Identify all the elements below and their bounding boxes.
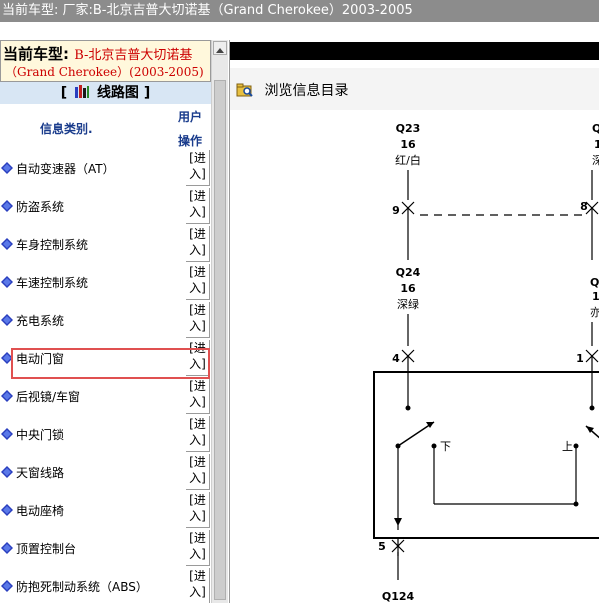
diamond-bullet-icon <box>1 390 13 402</box>
enter-link[interactable]: [进入] <box>186 150 210 186</box>
diamond-bullet-icon <box>1 238 13 250</box>
triangle-up-icon <box>216 48 224 53</box>
title-spacer <box>0 22 599 40</box>
section-bracket-open: [ <box>60 85 68 101</box>
enter-link[interactable]: [进入] <box>186 378 210 414</box>
diamond-bullet-icon <box>1 162 13 174</box>
category-label[interactable]: 顶置控制台 <box>16 540 76 557</box>
wire-color: 亦 <box>590 305 599 319</box>
column-header-action: 操作 <box>178 134 203 148</box>
column-header-user: 用户 <box>178 110 203 124</box>
content-toolbar: 浏览信息目录 <box>230 68 599 110</box>
category-label[interactable]: 防盗系统 <box>16 198 64 215</box>
window-title: 当前车型: 厂家:B-北京吉普大切诺基（Grand Cherokee）2003-… <box>2 3 413 18</box>
category-row[interactable]: 电动座椅 [进入] <box>0 490 211 528</box>
current-model-box: 当前车型: B-北京吉普大切诺基 （Grand Cherokee）(2003-2… <box>0 40 211 82</box>
category-label[interactable]: 后视镜/车窗 <box>16 388 80 405</box>
section-bracket-close: ] <box>143 85 151 101</box>
enter-link[interactable]: [进入] <box>186 226 210 262</box>
category-label[interactable]: 天窗线路 <box>16 464 64 481</box>
scroll-up-button[interactable] <box>213 41 227 55</box>
pin-label: 9 <box>392 204 400 217</box>
category-row[interactable]: 天窗线路 [进入] <box>0 452 211 490</box>
diamond-bullet-icon <box>1 200 13 212</box>
scroll-thumb[interactable] <box>214 80 226 600</box>
category-label[interactable]: 车身控制系统 <box>16 236 88 253</box>
wire-label: Q124 <box>382 590 415 603</box>
enter-link[interactable]: [进入] <box>186 530 210 566</box>
window-title-bar: 当前车型: 厂家:B-北京吉普大切诺基（Grand Cherokee）2003-… <box>0 0 599 22</box>
wiring-diagram: Q23 16 红/白 Q 1 深 9 8 Q24 16 深绿 Q 1 亦 4 1… <box>230 110 599 603</box>
section-title: 线路图 <box>96 85 139 101</box>
current-model-label: 当前车型: <box>3 45 69 63</box>
wire-gauge: 16 <box>400 138 416 151</box>
section-header: [ 线路图 ] <box>0 82 211 104</box>
pin-label: 5 <box>378 540 386 553</box>
enter-link[interactable]: [进入] <box>186 568 210 603</box>
wire-label: Q24 <box>396 266 421 279</box>
wire-label: Q <box>590 276 599 289</box>
browse-catalog-label: 浏览信息目录 <box>264 83 349 99</box>
category-row[interactable]: 防抱死制动系统（ABS） [进入] <box>0 566 211 603</box>
current-model-name: B-北京吉普大切诺基 <box>74 48 193 63</box>
browse-catalog-link[interactable]: 浏览信息目录 <box>236 80 348 100</box>
current-model-years: （Grand Cherokee）(2003-2005) <box>5 65 204 79</box>
content-header-bar <box>230 42 599 60</box>
enter-link[interactable]: [进入] <box>186 416 210 452</box>
selection-highlight <box>11 348 210 379</box>
pin-label: 1 <box>576 352 584 365</box>
category-row[interactable]: 自动变速器（AT） [进入] <box>0 148 211 186</box>
enter-link[interactable]: [进入] <box>186 188 210 224</box>
book-stack-icon <box>74 84 90 98</box>
wire-color: 深 <box>592 154 599 167</box>
left-scrollbar[interactable] <box>211 40 228 603</box>
category-row[interactable]: 后视镜/车窗 [进入] <box>0 376 211 414</box>
category-label[interactable]: 电动座椅 <box>16 502 64 519</box>
category-label[interactable]: 中央门锁 <box>16 426 64 443</box>
category-row[interactable]: 车速控制系统 [进入] <box>0 262 211 300</box>
diamond-bullet-icon <box>1 542 13 554</box>
diamond-bullet-icon <box>1 504 13 516</box>
category-row[interactable]: 中央门锁 [进入] <box>0 414 211 452</box>
column-header-category: 信息类别. <box>40 122 93 136</box>
enter-link[interactable]: [进入] <box>186 492 210 528</box>
enter-link[interactable]: [进入] <box>186 264 210 300</box>
wire-color: 深绿 <box>397 297 419 311</box>
category-label[interactable]: 充电系统 <box>16 312 64 329</box>
enter-link[interactable]: [进入] <box>186 454 210 490</box>
diamond-bullet-icon <box>1 466 13 478</box>
switch-label-down: 下 <box>440 440 451 453</box>
pin-label: 4 <box>392 352 400 365</box>
wire-color: 红/白 <box>395 153 421 167</box>
diamond-bullet-icon <box>1 276 13 288</box>
enter-link[interactable]: [进入] <box>186 302 210 338</box>
category-row[interactable]: 充电系统 [进入] <box>0 300 211 338</box>
wire-gauge: 1 <box>594 138 599 151</box>
wire-label: Q <box>592 122 599 135</box>
category-row[interactable]: 防盗系统 [进入] <box>0 186 211 224</box>
wire-gauge: 16 <box>400 282 416 295</box>
category-panel: 当前车型: B-北京吉普大切诺基 （Grand Cherokee）(2003-2… <box>0 40 228 603</box>
diamond-bullet-icon <box>1 428 13 440</box>
folder-search-icon <box>236 82 254 98</box>
category-row[interactable]: 顶置控制台 [进入] <box>0 528 211 566</box>
wire-gauge: 1 <box>592 290 599 303</box>
diamond-bullet-icon <box>1 314 13 326</box>
wire-label: Q23 <box>396 122 421 135</box>
category-label[interactable]: 自动变速器（AT） <box>16 160 115 177</box>
switch-label-up: 上 <box>562 440 573 453</box>
diamond-bullet-icon <box>1 580 13 592</box>
category-row[interactable]: 车身控制系统 [进入] <box>0 224 211 262</box>
category-label[interactable]: 车速控制系统 <box>16 274 88 291</box>
content-panel: 浏览信息目录 Q23 16 红/白 Q 1 深 9 8 Q24 16 深绿 Q … <box>229 40 599 603</box>
category-label[interactable]: 防抱死制动系统（ABS） <box>16 578 148 595</box>
